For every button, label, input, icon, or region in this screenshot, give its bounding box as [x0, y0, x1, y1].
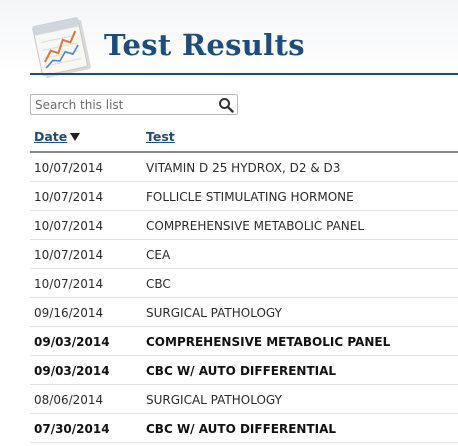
result-row[interactable]: 09/03/2014 COMPREHENSIVE METABOLIC PANEL [30, 327, 458, 356]
result-row[interactable]: 09/16/2014 SURGICAL PATHOLOGY [30, 298, 458, 327]
result-date: 10/07/2014 [34, 277, 104, 291]
result-test[interactable]: COMPREHENSIVE METABOLIC PANEL [146, 335, 390, 349]
result-test[interactable]: CBC [146, 277, 171, 291]
result-row[interactable]: 08/06/2014 SURGICAL PATHOLOGY [30, 385, 458, 414]
result-row[interactable]: 10/07/2014 COMPREHENSIVE METABOLIC PANEL [30, 211, 458, 240]
result-row[interactable]: 10/07/2014 VITAMIN D 25 HYDROX, D2 & D3 [30, 153, 458, 182]
result-date: 10/07/2014 [34, 219, 104, 233]
results-list: 10/07/2014 VITAMIN D 25 HYDROX, D2 & D3 … [30, 153, 458, 443]
result-test[interactable]: CEA [146, 248, 170, 262]
result-date: 08/06/2014 [34, 393, 104, 407]
result-date: 10/07/2014 [34, 248, 104, 262]
column-header-date[interactable]: Date [34, 129, 67, 144]
result-row[interactable]: 09/03/2014 CBC W/ AUTO DIFFERENTIAL [30, 356, 458, 385]
search-input[interactable] [35, 96, 215, 113]
result-test[interactable]: SURGICAL PATHOLOGY [146, 306, 282, 320]
result-date: 07/30/2014 [34, 422, 110, 436]
result-row[interactable]: 10/07/2014 CEA [30, 240, 458, 269]
search-icon[interactable] [218, 97, 234, 113]
search-box[interactable] [30, 94, 238, 115]
result-test[interactable]: CBC W/ AUTO DIFFERENTIAL [146, 364, 336, 378]
result-row[interactable]: 10/07/2014 CBC [30, 269, 458, 298]
result-row[interactable]: 10/07/2014 FOLLICLE STIMULATING HORMONE [30, 182, 458, 211]
result-test[interactable]: COMPREHENSIVE METABOLIC PANEL [146, 219, 364, 233]
page-title: Test Results [104, 28, 305, 62]
sort-down-icon[interactable] [70, 133, 80, 142]
result-date: 09/03/2014 [34, 335, 110, 349]
test-results-chart-icon [32, 17, 91, 78]
title-divider [30, 73, 458, 75]
column-header-test[interactable]: Test [146, 129, 175, 144]
result-test[interactable]: FOLLICLE STIMULATING HORMONE [146, 190, 354, 204]
result-date: 09/03/2014 [34, 364, 110, 378]
result-date: 10/07/2014 [34, 161, 104, 175]
result-test[interactable]: CBC W/ AUTO DIFFERENTIAL [146, 422, 336, 436]
result-date: 09/16/2014 [34, 306, 104, 320]
result-test[interactable]: SURGICAL PATHOLOGY [146, 393, 282, 407]
result-date: 10/07/2014 [34, 190, 104, 204]
result-row[interactable]: 07/30/2014 CBC W/ AUTO DIFFERENTIAL [30, 414, 458, 443]
result-test[interactable]: VITAMIN D 25 HYDROX, D2 & D3 [146, 161, 340, 175]
